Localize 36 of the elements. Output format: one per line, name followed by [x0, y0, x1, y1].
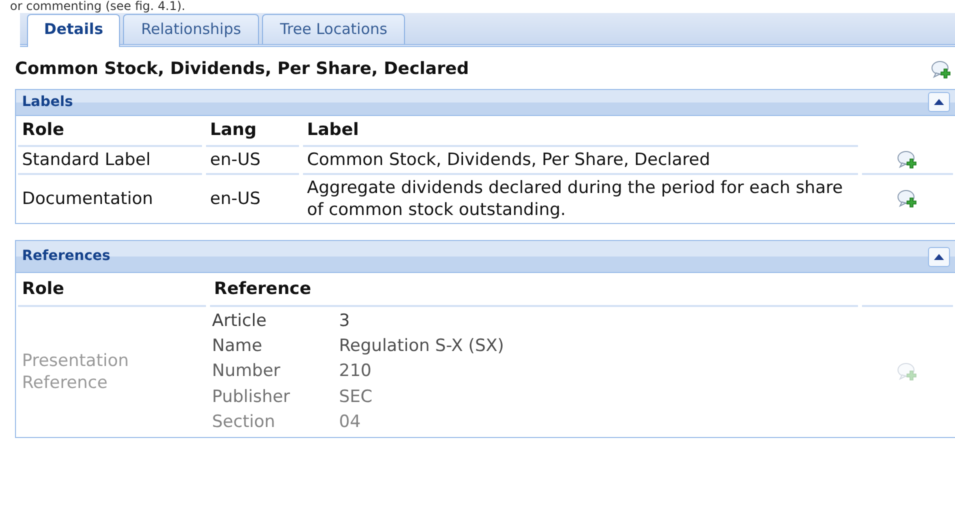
table-cell-text: Presentation Reference — [22, 350, 130, 394]
collapse-icon — [934, 99, 944, 105]
field-label: Article — [212, 310, 268, 332]
tab[interactable]: Details — [27, 14, 120, 47]
field-value: 210 — [339, 361, 372, 383]
field-label: Name — [212, 336, 264, 358]
field-value: 04 — [339, 412, 362, 434]
field-label: Section — [212, 412, 276, 434]
field-value: 3 — [339, 310, 351, 332]
table-cell: Documentation — [22, 188, 154, 210]
table-cell: en-US — [210, 149, 261, 172]
add-comment-icon[interactable] — [896, 189, 918, 210]
column-header: Role — [22, 120, 64, 140]
column-header: Role — [22, 279, 64, 300]
collapse-icon — [934, 254, 944, 260]
table-cell: Common Stock, Dividends, Per Share, Declared — [307, 149, 710, 172]
table-cell-text: Aggregate dividends declared during the period for each share of common stock outstanding. — [307, 177, 844, 222]
table-cell: en-US — [210, 188, 261, 210]
field-value: SEC — [339, 386, 374, 408]
tab[interactable]: Tree Locations — [262, 14, 406, 44]
add-comment-icon[interactable] — [896, 150, 918, 170]
panel-title: Labels — [22, 92, 74, 112]
column-header: Lang — [210, 120, 257, 140]
tab[interactable]: Relationships — [123, 14, 260, 44]
panel-title: References — [22, 247, 110, 266]
table-cell: Standard Label — [22, 149, 151, 172]
add-comment-icon[interactable] — [931, 60, 953, 80]
concept-title: Common Stock, Dividends, Per Share, Declared — [15, 58, 469, 81]
column-header: Reference — [214, 279, 312, 300]
field-value: Regulation S-X (SX) — [339, 336, 506, 358]
caption-text: or commenting (see fig. 4.1). — [9, 0, 186, 13]
collapse-button[interactable] — [928, 92, 950, 112]
field-label: Publisher — [212, 386, 292, 408]
collapse-button[interactable] — [928, 246, 950, 267]
column-header: Label — [307, 120, 359, 140]
field-label: Number — [212, 361, 282, 383]
